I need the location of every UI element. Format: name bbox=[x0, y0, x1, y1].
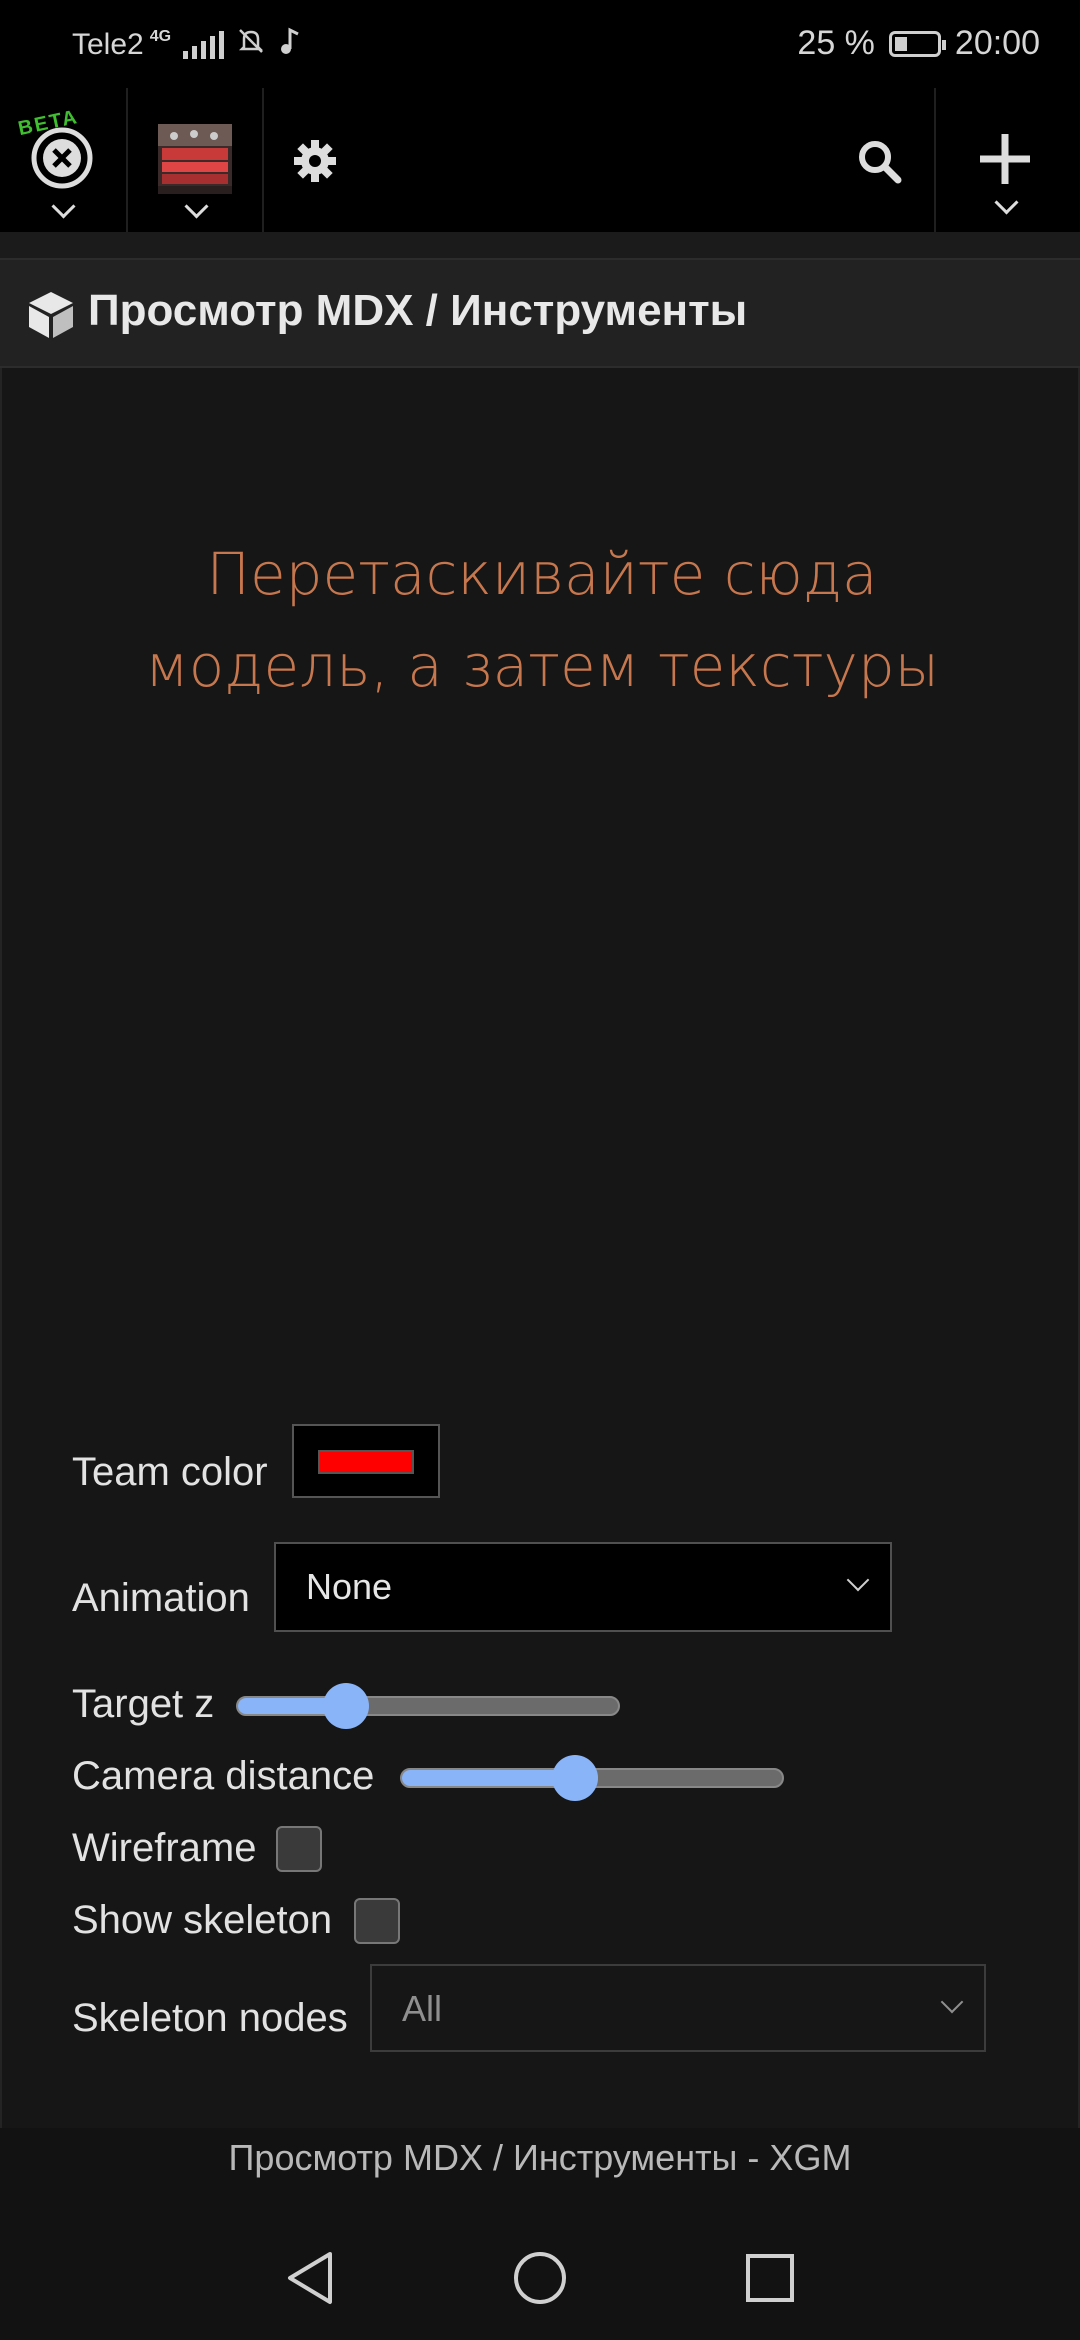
close-circle-icon bbox=[31, 127, 93, 189]
signal-icon bbox=[183, 31, 225, 59]
carrier-label: Tele2 bbox=[72, 28, 144, 61]
skeleton-nodes-selected: All bbox=[402, 1988, 443, 2029]
chevron-down-icon bbox=[846, 1568, 870, 1592]
top-toolbar: BETA bbox=[0, 88, 1080, 232]
target-z-slider[interactable] bbox=[236, 1683, 620, 1729]
show-skeleton-checkbox[interactable] bbox=[354, 1898, 400, 1944]
settings-button[interactable] bbox=[292, 138, 338, 189]
animation-select[interactable]: None bbox=[274, 1542, 892, 1632]
chevron-down-icon bbox=[184, 194, 209, 219]
section-header: Просмотр MDX / Инструменты bbox=[0, 258, 1080, 368]
network-type: 4G bbox=[149, 28, 172, 45]
close-menu-button[interactable] bbox=[30, 126, 94, 219]
back-icon[interactable] bbox=[284, 2250, 336, 2306]
search-button[interactable] bbox=[856, 138, 902, 189]
animation-selected: None bbox=[306, 1566, 393, 1607]
cube-icon bbox=[29, 292, 73, 338]
chevron-down-icon bbox=[994, 190, 1019, 215]
page-title: Просмотр MDX / Инструменты bbox=[88, 286, 748, 335]
battery-percent: 25 % bbox=[797, 24, 875, 62]
drop-hint-line: модель, а затем текстуры bbox=[144, 632, 940, 700]
system-navigation-bar bbox=[0, 2220, 1080, 2340]
status-bar: Tele2 4G 25 % 20:00 bbox=[0, 0, 1080, 88]
user-avatar-button[interactable] bbox=[158, 124, 232, 219]
slider-fill bbox=[402, 1770, 575, 1786]
drop-zone-hint: Перетаскивайте сюда модель, а затем текс… bbox=[2, 528, 1080, 712]
skeleton-nodes-select[interactable]: All bbox=[370, 1964, 986, 2052]
show-skeleton-label: Show skeleton bbox=[72, 1898, 333, 1942]
search-icon bbox=[859, 141, 902, 184]
wireframe-label: Wireframe bbox=[72, 1826, 257, 1870]
avatar bbox=[158, 124, 232, 194]
clock: 20:00 bbox=[954, 24, 1040, 62]
target-z-label: Target z bbox=[72, 1682, 215, 1726]
animation-label: Animation bbox=[72, 1576, 250, 1620]
battery-icon bbox=[888, 30, 946, 57]
page-title-text: Просмотр MDX / Инструменты - XGM bbox=[228, 2137, 852, 2178]
camera-distance-label: Camera distance bbox=[72, 1754, 375, 1798]
wireframe-checkbox[interactable] bbox=[276, 1826, 322, 1872]
gear-icon bbox=[294, 140, 336, 182]
music-note-icon bbox=[278, 26, 302, 64]
mute-bell-icon bbox=[236, 26, 266, 64]
camera-distance-slider[interactable] bbox=[400, 1755, 784, 1801]
team-color-picker[interactable] bbox=[292, 1424, 440, 1498]
team-color-swatch bbox=[318, 1450, 414, 1474]
plus-icon bbox=[980, 134, 1030, 184]
home-icon[interactable] bbox=[512, 2250, 568, 2306]
slider-thumb[interactable] bbox=[552, 1755, 598, 1801]
add-button[interactable] bbox=[978, 132, 1032, 215]
slider-thumb[interactable] bbox=[323, 1683, 369, 1729]
chevron-down-icon bbox=[51, 194, 76, 219]
recents-icon[interactable] bbox=[744, 2252, 796, 2304]
chevron-down-icon bbox=[940, 1990, 964, 2014]
skeleton-nodes-label: Skeleton nodes bbox=[72, 1996, 348, 2040]
drop-hint-line: Перетаскивайте сюда bbox=[206, 540, 878, 608]
team-color-label: Team color bbox=[72, 1450, 268, 1494]
